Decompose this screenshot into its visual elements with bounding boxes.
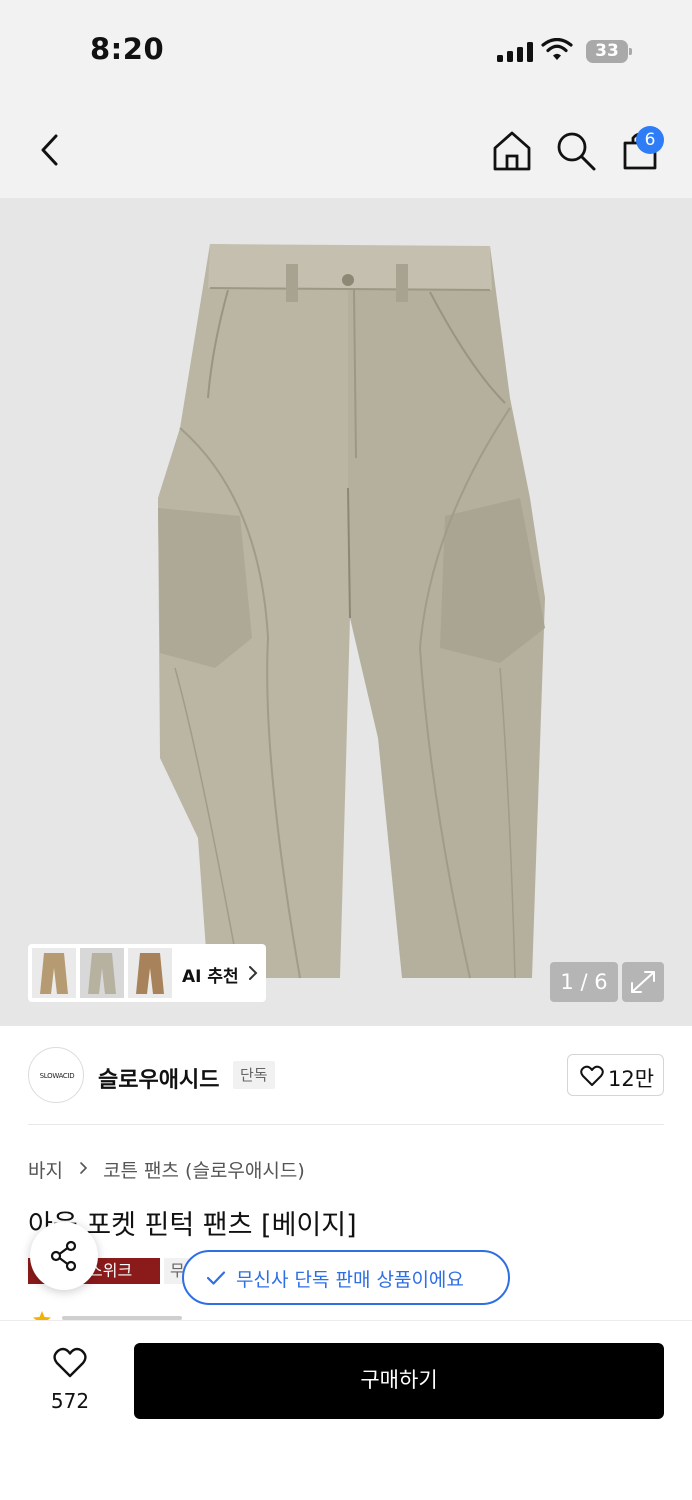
- image-counter: 1 / 6: [550, 962, 618, 1002]
- divider: [28, 1124, 664, 1125]
- toast-text: 무신사 단독 판매 상품이에요: [236, 1269, 464, 1291]
- heart-icon: [580, 1065, 604, 1086]
- battery-level: 33: [595, 41, 619, 61]
- wishlist-count: 572: [50, 1389, 90, 1413]
- expand-button[interactable]: [622, 962, 664, 1002]
- chevron-right-icon: [249, 966, 258, 980]
- breadcrumb-category[interactable]: 바지: [28, 1156, 63, 1183]
- status-bar: 8:20 33: [0, 0, 692, 100]
- recommend-thumbnail-2[interactable]: [80, 948, 124, 998]
- breadcrumb: 바지 코튼 팬츠 (슬로우애시드): [28, 1156, 305, 1182]
- top-nav: [0, 100, 692, 198]
- exclusive-toast: 무신사 단독 판매 상품이에요: [182, 1250, 510, 1305]
- exclusive-tag: 단독: [233, 1061, 275, 1089]
- brand-logo[interactable]: SLOWACID: [28, 1047, 84, 1103]
- search-icon[interactable]: [555, 130, 597, 172]
- expand-icon: [631, 971, 655, 993]
- ai-recommendation-strip[interactable]: AI 추천: [28, 944, 266, 1002]
- product-image-gallery[interactable]: AI 추천 1 / 6: [0, 198, 692, 1026]
- cellular-signal-icon: [497, 42, 533, 62]
- buy-button[interactable]: 구매하기: [134, 1343, 664, 1419]
- recommend-thumbnail-1[interactable]: [32, 948, 76, 998]
- product-image: [158, 244, 545, 979]
- status-time: 8:20: [90, 32, 165, 66]
- chevron-right-icon: [80, 1162, 88, 1174]
- share-icon: [50, 1240, 77, 1272]
- battery-icon: 33: [586, 40, 632, 63]
- ai-recommend-label: AI 추천: [182, 967, 239, 987]
- back-arrow-icon[interactable]: [30, 128, 70, 172]
- checkmark-icon: [206, 1271, 226, 1285]
- recommend-thumbnail-3[interactable]: [128, 948, 172, 998]
- bottom-action-bar: 572 구매하기: [0, 1320, 692, 1500]
- brand-name[interactable]: 슬로우애시드: [98, 1062, 219, 1094]
- brand-like-button[interactable]: 12만: [567, 1054, 664, 1096]
- brand-like-count: 12만: [608, 1067, 655, 1091]
- cart-count-badge: 6: [636, 126, 664, 154]
- home-icon[interactable]: [490, 130, 534, 172]
- brand-logo-text: SLOWACID: [39, 1072, 75, 1080]
- breadcrumb-subcategory[interactable]: 코튼 팬츠 (슬로우애시드): [103, 1156, 305, 1183]
- heart-icon: [53, 1347, 87, 1378]
- wishlist-button[interactable]: 572: [40, 1347, 100, 1417]
- share-button[interactable]: [30, 1222, 98, 1290]
- wifi-icon: [541, 38, 573, 60]
